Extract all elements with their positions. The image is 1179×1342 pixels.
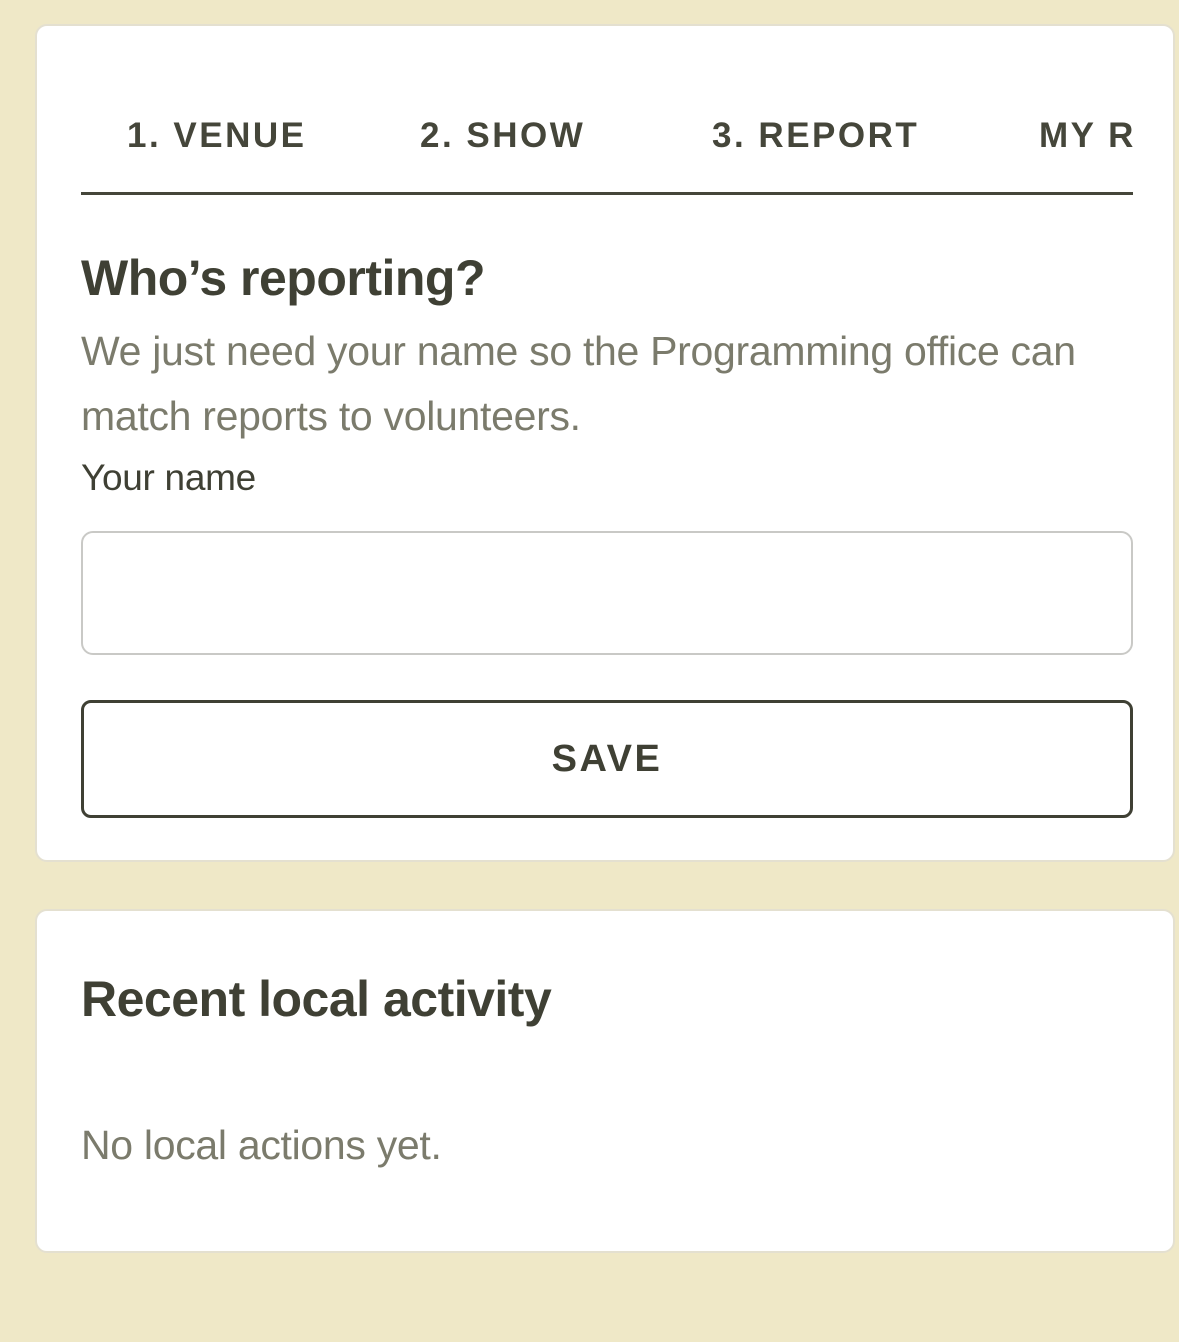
save-button[interactable]: SAVE (81, 700, 1133, 818)
tab-my-reports[interactable]: MY R (1039, 116, 1133, 156)
name-input[interactable] (81, 531, 1133, 655)
reporter-card: 1. VENUE 2. SHOW 3. REPORT MY R Who’s re… (35, 24, 1175, 862)
activity-card: Recent local activity No local actions y… (35, 909, 1175, 1253)
tab-report[interactable]: 3. REPORT (712, 116, 919, 156)
reporter-heading: Who’s reporting? (81, 250, 486, 306)
step-tabs: 1. VENUE 2. SHOW 3. REPORT MY R (81, 26, 1133, 195)
reporter-description: We just need your name so the Programmin… (81, 328, 1076, 439)
tab-venue[interactable]: 1. VENUE (127, 116, 307, 156)
name-field-label: Your name (81, 457, 256, 498)
tab-show[interactable]: 2. SHOW (420, 116, 585, 156)
activity-empty-message: No local actions yet. (81, 1122, 442, 1168)
activity-heading: Recent local activity (81, 971, 552, 1027)
